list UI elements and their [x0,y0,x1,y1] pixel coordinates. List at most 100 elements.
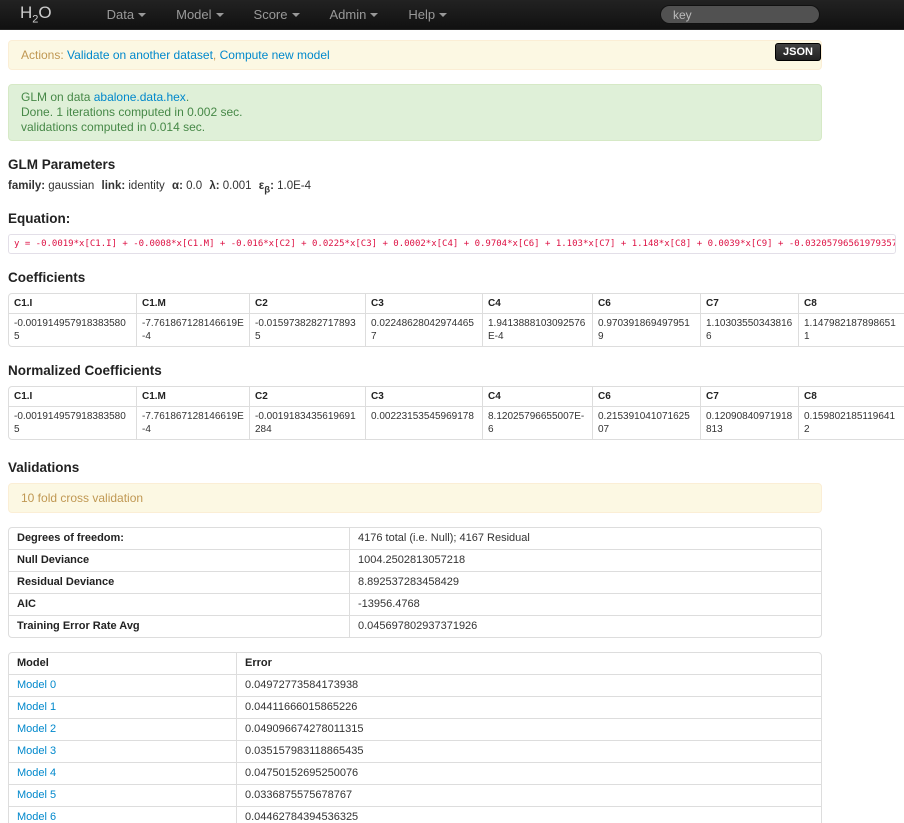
col-header: C7 [700,294,798,313]
row-label: Null Deviance [9,549,349,571]
coefficients-value-row: -0.0019149579183835805 -7.76186712814661… [9,313,904,346]
menu-admin[interactable]: Admin [315,0,394,30]
coefficients-table-wrap: C1.I C1.M C2 C3 C4 C6 C7 C8 -0.001914957… [8,293,904,347]
col-header: C3 [365,294,482,313]
coef-value: -0.0019149579183835805 [9,406,136,439]
menu-model[interactable]: Model [161,0,238,30]
table-row: Null Deviance1004.2502813057218 [9,549,821,571]
model-link[interactable]: Model 4 [17,767,56,779]
model-link[interactable]: Model 3 [17,745,56,757]
family-value: gaussian [48,180,94,192]
model-link[interactable]: Model 0 [17,679,56,691]
coef-value: -7.761867128146619E-4 [136,313,249,346]
error-value: 0.04411666015865226 [236,696,821,718]
coefficients-heading: Coefficients [8,270,904,285]
table-row: Model 00.04972773584173938 [9,674,821,696]
normalized-header-row: C1.I C1.M C2 C3 C4 C6 C7 C8 [9,387,904,406]
col-header: C8 [798,294,904,313]
lambda-label: λ: [209,180,219,192]
menu-help[interactable]: Help [393,0,462,30]
chevron-down-icon [370,13,378,17]
compute-model-link[interactable]: Compute new model [220,48,330,62]
equation-heading: Equation: [8,211,904,226]
model-link[interactable]: Model 2 [17,723,56,735]
coef-value: -0.01597382827178935 [249,313,365,346]
dataset-link[interactable]: abalone.data.hex [94,90,186,104]
key-search-input[interactable] [660,5,820,24]
coefficients-header-row: C1.I C1.M C2 C3 C4 C6 C7 C8 [9,294,904,313]
glm-parameters-heading: GLM Parameters [8,157,904,172]
status-line-2: Done. 1 iterations computed in 0.002 sec… [21,105,809,120]
coef-value: 8.12025796655007E-6 [482,406,592,439]
top-navbar: H2O Data Model Score Admin Help [0,0,904,30]
family-label: family: [8,180,45,192]
chevron-down-icon [138,13,146,17]
table-row: Model 6 0.04462784394536325 [9,806,821,823]
col-header: C4 [482,387,592,406]
status-line-3: validations computed in 0.014 sec. [21,120,809,135]
table-row: Model 1 0.04411666015865226 [9,696,821,718]
validation-summary-table: Degrees of freedom:4176 total (i.e. Null… [8,527,822,638]
table-row: AIC-13956.4768 [9,593,821,615]
table-row: Model 20.049096674278011315 [9,718,821,740]
col-header-error: Error [236,653,821,674]
coef-value: -0.0019149579183835805 [9,313,136,346]
model-link[interactable]: Model 5 [17,789,56,801]
row-value: -13956.4768 [349,593,821,615]
coef-value: 0.21539104107162507 [592,406,700,439]
col-header: C6 [592,387,700,406]
col-header: C1.M [136,294,249,313]
model-link[interactable]: Model 6 [17,811,56,823]
alpha-label: α: [172,180,183,192]
epsilon-value: 1.0E-4 [277,180,311,192]
actions-separator: , [213,48,216,62]
alpha-value: 0.0 [186,180,202,192]
chevron-down-icon [292,13,300,17]
table-row: Model 5 0.0336875575678767 [9,784,821,806]
col-header: C2 [249,294,365,313]
validations-heading: Validations [8,460,904,475]
row-label: Residual Deviance [9,571,349,593]
coef-value: -7.761867128146619E-4 [136,406,249,439]
col-header: C3 [365,387,482,406]
chevron-down-icon [439,13,447,17]
actions-label: Actions: [21,48,64,62]
coef-value: 0.1598021851196412 [798,406,904,439]
row-label: AIC [9,593,349,615]
normalized-coefficients-table-wrap: C1.I C1.M C2 C3 C4 C6 C7 C8 -0.001914957… [8,386,904,440]
error-value: 0.0336875575678767 [236,784,821,806]
glm-parameters-line: family: gaussian link: identity α: 0.0 λ… [8,180,904,195]
error-value: 0.035157983118865435 [236,740,821,762]
h2o-logo[interactable]: H2O [20,3,52,25]
lambda-value: 0.001 [223,180,252,192]
coef-value: 1.103035503438166 [700,313,798,346]
col-header-model: Model [9,653,236,674]
row-label: Degrees of freedom: [9,528,349,549]
validate-dataset-link[interactable]: Validate on another dataset [67,48,213,62]
row-value: 1004.2502813057218 [349,549,821,571]
row-value: 0.045697802937371926 [349,615,821,637]
actions-bar: Actions: Validate on another dataset, Co… [8,40,822,70]
menu-score[interactable]: Score [239,0,315,30]
col-header: C6 [592,294,700,313]
row-label: Training Error Rate Avg [9,615,349,637]
coef-value: 0.022486280429744657 [365,313,482,346]
glm-status-box: GLM on data abalone.data.hex. Done. 1 it… [8,84,822,141]
table-row: Model 3 0.035157983118865435 [9,740,821,762]
col-header: C1.M [136,387,249,406]
coef-value: 0.9703918694979519 [592,313,700,346]
model-link[interactable]: Model 1 [17,701,56,713]
json-button[interactable]: JSON [775,43,821,61]
table-row: Model 4 0.04750152695250076 [9,762,821,784]
menu-data[interactable]: Data [92,0,161,30]
table-row: Training Error Rate Avg0.045697802937371… [9,615,821,637]
epsilon-label: εβ: [259,180,274,192]
error-value: 0.04750152695250076 [236,762,821,784]
table-row: Residual Deviance8.892537283458429 [9,571,821,593]
col-header: C8 [798,387,904,406]
coef-value: -0.0019183435619691284 [249,406,365,439]
chevron-down-icon [216,13,224,17]
col-header: C1.I [9,294,136,313]
error-value: 0.04462784394536325 [236,806,821,823]
normalized-value-row: -0.0019149579183835805 -7.76186712814661… [9,406,904,439]
